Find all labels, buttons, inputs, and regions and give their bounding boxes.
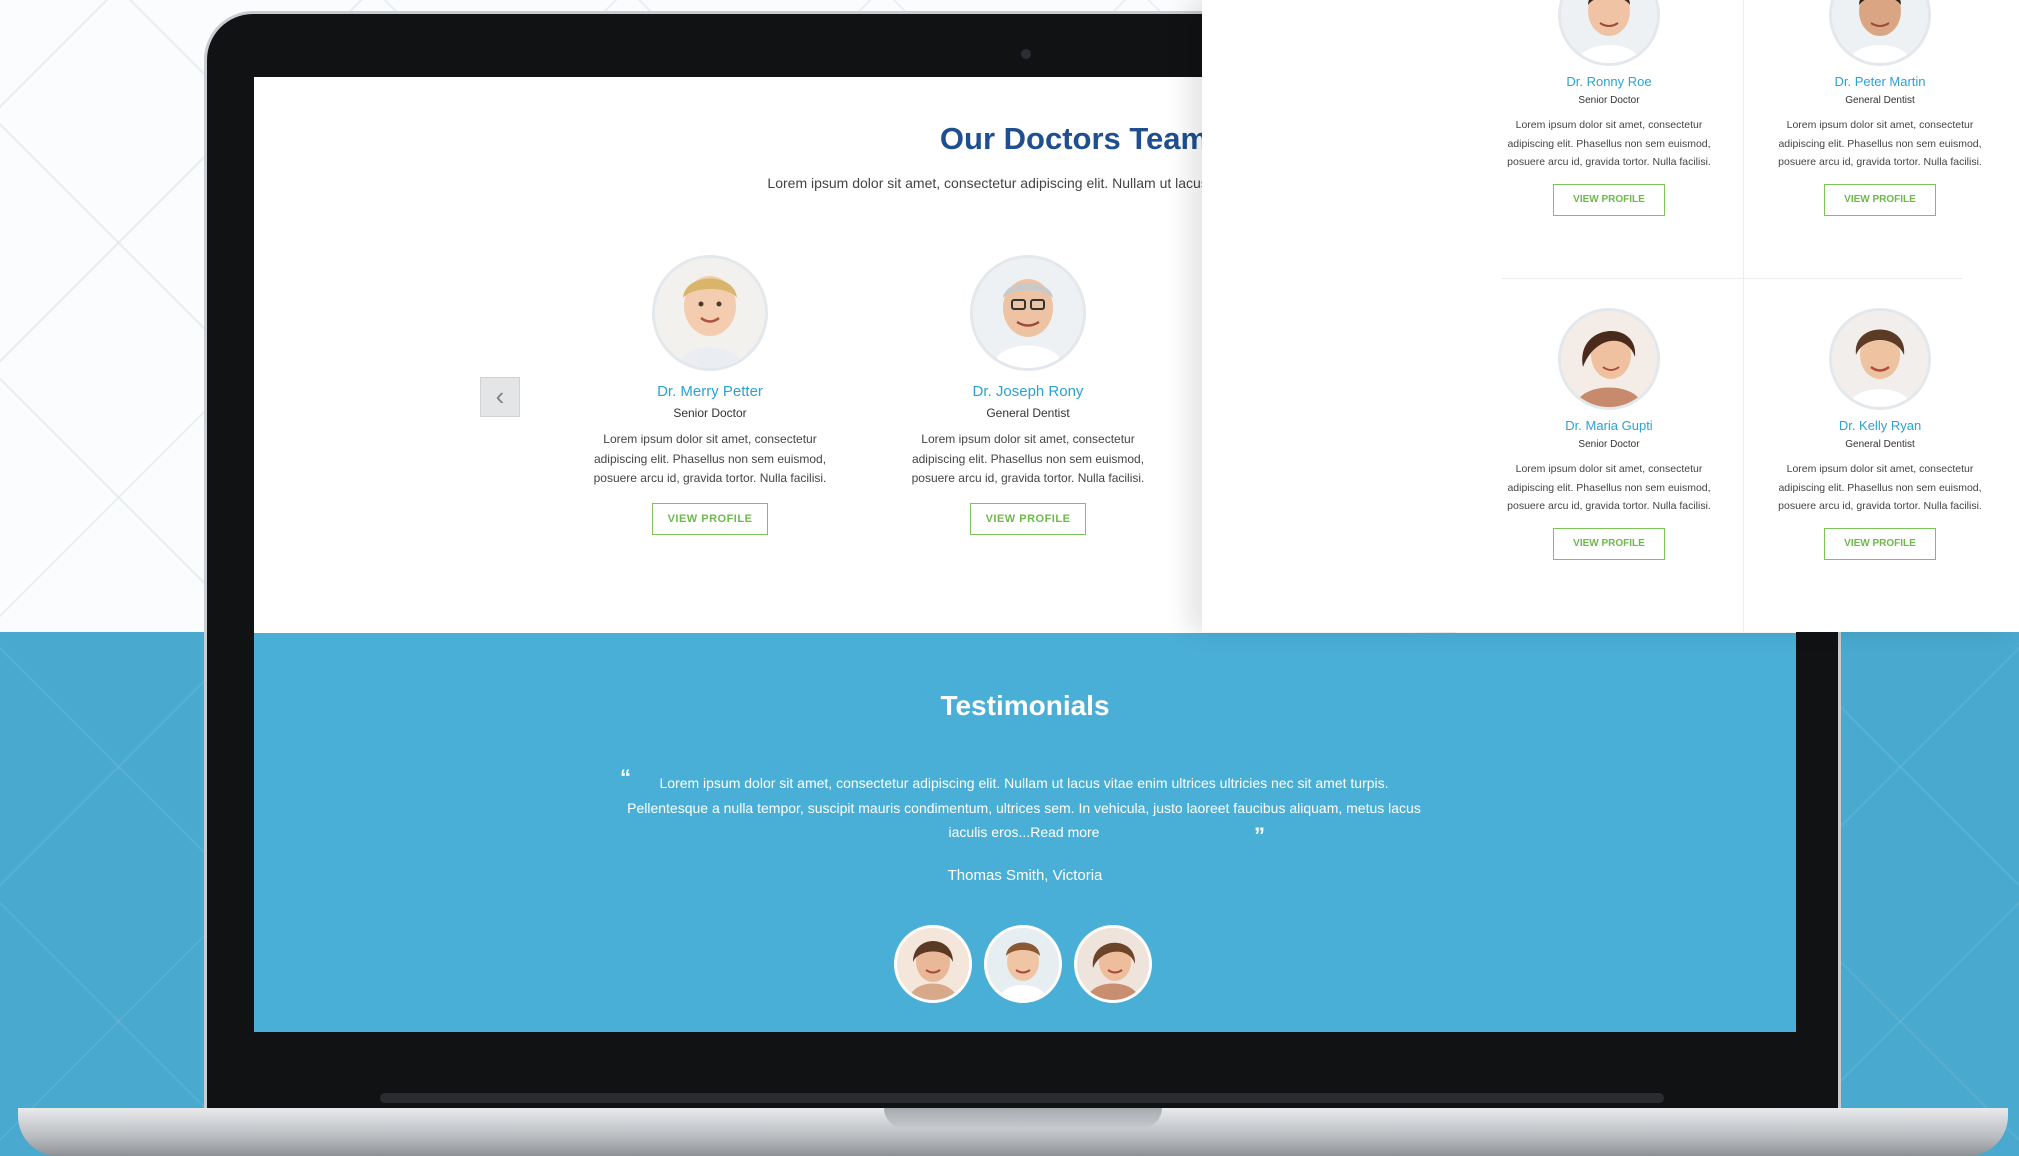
person-photo-icon bbox=[655, 258, 765, 368]
overlay-doctors-panel: Dr. Ronny Roe Senior Doctor Lorem ipsum … bbox=[1202, 0, 2019, 632]
doctor-bio: Lorem ipsum dolor sit amet, consectetur … bbox=[1778, 119, 1982, 168]
person-photo-icon bbox=[1077, 928, 1149, 1000]
view-profile-button[interactable]: VIEW PROFILE bbox=[1553, 183, 1665, 216]
doctor-role: Senior Doctor bbox=[1578, 439, 1640, 450]
panel-divider bbox=[1743, 0, 1744, 632]
quote-close-icon: ” bbox=[1254, 823, 1265, 848]
doctor-bio: Lorem ipsum dolor sit amet, consectetur … bbox=[593, 432, 827, 485]
doctor-name[interactable]: Dr. Ronny Roe bbox=[1494, 74, 1724, 89]
doctor-name[interactable]: Dr. Peter Martin bbox=[1765, 74, 1995, 89]
view-profile-button[interactable]: VIEW PROFILE bbox=[970, 502, 1086, 535]
doctors-section-title: Our Doctors Team bbox=[939, 121, 1209, 156]
panel-divider bbox=[1502, 278, 1962, 279]
doctor-bio: Lorem ipsum dolor sit amet, consectetur … bbox=[1778, 463, 1982, 512]
chevron-left-icon: ‹ bbox=[495, 381, 505, 411]
testimonial-avatar[interactable] bbox=[1074, 925, 1152, 1003]
doctor-role: Senior Doctor bbox=[673, 406, 747, 420]
doctor-card: Dr. Peter Martin General Dentist Lorem i… bbox=[1765, 0, 1995, 216]
doctor-avatar bbox=[1558, 0, 1660, 66]
doctor-name[interactable]: Dr. Joseph Rony bbox=[908, 383, 1148, 400]
laptop-base-notch bbox=[884, 1108, 1162, 1128]
doctor-bio: Lorem ipsum dolor sit amet, consectetur … bbox=[1507, 463, 1711, 512]
doctor-avatar bbox=[970, 255, 1086, 371]
testimonial-avatar[interactable] bbox=[894, 925, 972, 1003]
person-photo-icon bbox=[1561, 0, 1657, 63]
carousel-prev-button[interactable]: ‹ bbox=[480, 377, 520, 417]
doctor-name[interactable]: Dr. Merry Petter bbox=[590, 383, 830, 400]
person-photo-icon bbox=[897, 928, 969, 1000]
doctor-role: General Dentist bbox=[1845, 439, 1915, 450]
laptop-bezel-strip bbox=[380, 1093, 1664, 1103]
doctor-card: Dr. Ronny Roe Senior Doctor Lorem ipsum … bbox=[1494, 0, 1724, 216]
doctor-card: Dr. Maria Gupti Senior Doctor Lorem ipsu… bbox=[1494, 308, 1724, 560]
person-photo-icon bbox=[1832, 311, 1928, 407]
person-photo-icon bbox=[1832, 0, 1928, 63]
doctor-name[interactable]: Dr. Maria Gupti bbox=[1494, 418, 1724, 433]
doctor-card: Dr. Joseph Rony General Dentist Lorem ip… bbox=[908, 255, 1148, 535]
view-profile-button[interactable]: VIEW PROFILE bbox=[652, 502, 768, 535]
webcam-icon bbox=[1021, 49, 1031, 59]
doctor-avatar bbox=[1558, 308, 1660, 410]
doctor-bio: Lorem ipsum dolor sit amet, consectetur … bbox=[911, 432, 1145, 485]
testimonials-title: Testimonials bbox=[940, 690, 1110, 721]
view-profile-button[interactable]: VIEW PROFILE bbox=[1824, 527, 1936, 560]
testimonial-avatar-list bbox=[894, 925, 1156, 1003]
testimonial-quote: Lorem ipsum dolor sit amet, consectetur … bbox=[627, 775, 1421, 840]
person-photo-icon bbox=[987, 928, 1059, 1000]
doctor-avatar bbox=[652, 255, 768, 371]
testimonial-avatar[interactable] bbox=[984, 925, 1062, 1003]
doctor-role: Senior Doctor bbox=[1578, 95, 1640, 106]
doctor-bio: Lorem ipsum dolor sit amet, consectetur … bbox=[1507, 119, 1711, 168]
doctor-avatar bbox=[1829, 308, 1931, 410]
person-photo-icon bbox=[973, 258, 1083, 368]
doctor-role: General Dentist bbox=[1845, 95, 1915, 106]
doctor-role: General Dentist bbox=[986, 406, 1070, 420]
person-photo-icon bbox=[1561, 311, 1657, 407]
doctor-name[interactable]: Dr. Kelly Ryan bbox=[1765, 418, 1995, 433]
view-profile-button[interactable]: VIEW PROFILE bbox=[1553, 527, 1665, 560]
testimonial-author: Thomas Smith, Victoria bbox=[947, 867, 1103, 884]
doctor-avatar bbox=[1829, 0, 1931, 66]
doctor-card: Dr. Merry Petter Senior Doctor Lorem ips… bbox=[590, 255, 830, 535]
doctor-card: Dr. Kelly Ryan General Dentist Lorem ips… bbox=[1765, 308, 1995, 560]
view-profile-button[interactable]: VIEW PROFILE bbox=[1824, 183, 1936, 216]
